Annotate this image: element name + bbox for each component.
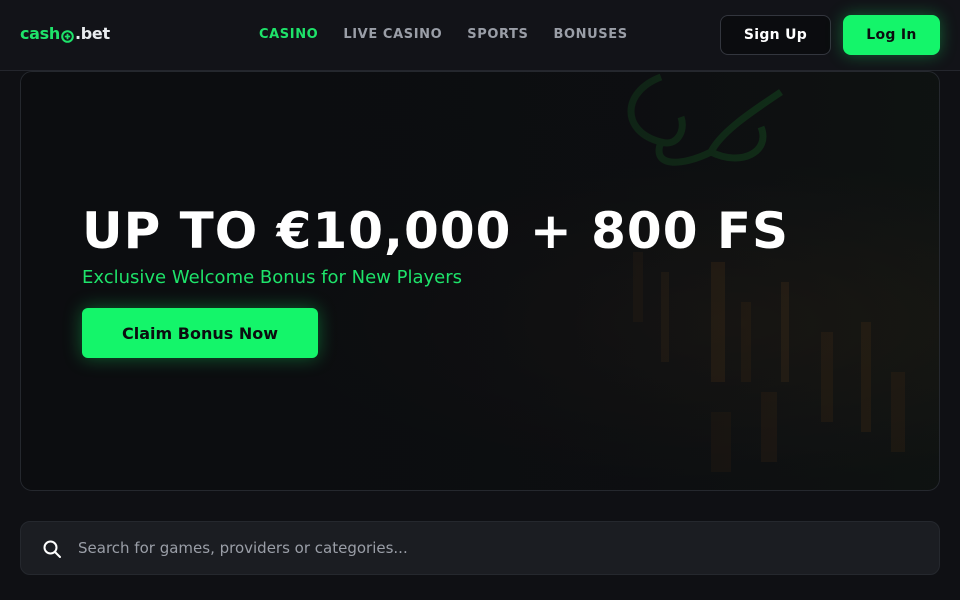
nav-item-casino[interactable]: CASINO	[259, 27, 318, 42]
game-search-bar[interactable]	[20, 521, 940, 575]
site-logo[interactable]: cash .bet	[20, 24, 110, 43]
log-in-button[interactable]: Log In	[843, 15, 940, 55]
nav-item-sports[interactable]: SPORTS	[467, 27, 528, 42]
logo-text-domain: .bet	[75, 24, 110, 43]
claim-bonus-button[interactable]: Claim Bonus Now	[82, 308, 318, 358]
sign-up-button[interactable]: Sign Up	[720, 15, 831, 55]
logo-text-brand: cash	[20, 24, 60, 43]
top-navigation-bar: cash .bet CASINO LIVE CASINO SPORTS BONU…	[0, 0, 960, 71]
nav-item-bonuses[interactable]: BONUSES	[553, 27, 627, 42]
hero-title: UP TO €10,000 + 800 FS	[82, 202, 790, 260]
search-input[interactable]	[78, 522, 918, 574]
search-icon	[42, 539, 62, 559]
main-nav: CASINO LIVE CASINO SPORTS BONUSES	[259, 27, 628, 42]
hero-banner: UP TO €10,000 + 800 FS Exclusive Welcome…	[20, 71, 940, 491]
plus-circle-icon	[61, 28, 74, 43]
hero-subtitle: Exclusive Welcome Bonus for New Players	[82, 267, 463, 288]
nav-item-live-casino[interactable]: LIVE CASINO	[343, 27, 442, 42]
